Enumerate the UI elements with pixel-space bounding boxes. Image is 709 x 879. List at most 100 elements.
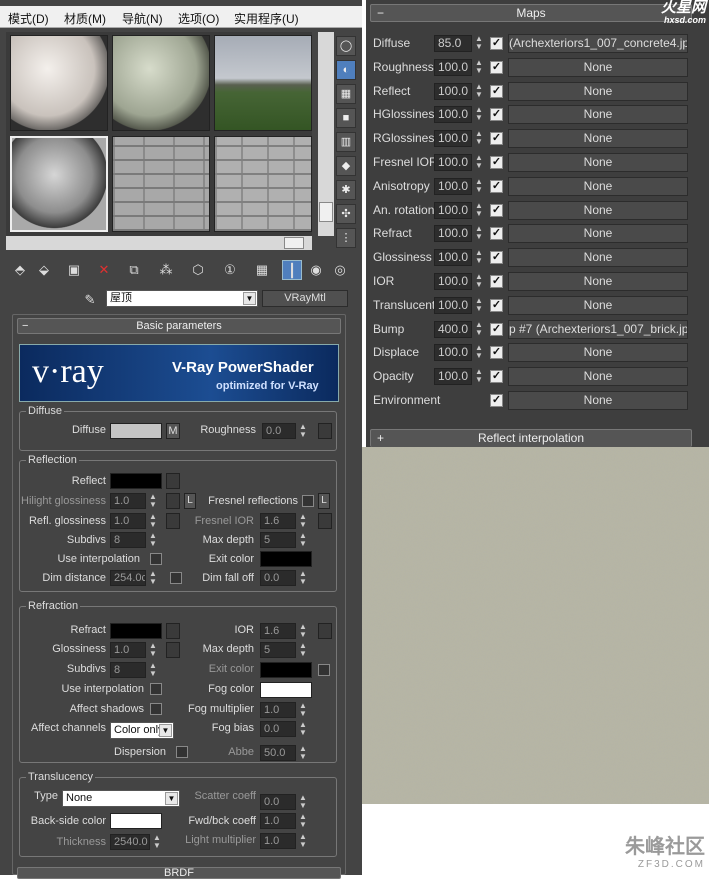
menu-options[interactable]: 选项(O)	[178, 10, 219, 27]
backlight-icon[interactable]: ◐	[336, 60, 356, 80]
fog-color-swatch[interactable]	[260, 682, 312, 698]
map-slot-button[interactable]: None	[508, 200, 688, 220]
map-amount-input[interactable]: 100.0	[434, 273, 472, 290]
fresnel-ior-input[interactable]: 1.6	[260, 513, 296, 529]
spinner-icon[interactable]: ▲ ▼	[148, 570, 158, 586]
spinner-icon[interactable]: ▲ ▼	[474, 320, 484, 338]
map-amount-input[interactable]: 100.0	[434, 225, 472, 243]
map-slot-button[interactable]: None	[508, 248, 688, 268]
sample-slot-6[interactable]	[214, 136, 312, 232]
map-slot-button[interactable]: None	[508, 272, 688, 291]
chevron-down-icon[interactable]: ▼	[165, 792, 178, 805]
spinner-icon[interactable]: ▲ ▼	[298, 833, 308, 849]
spinner-icon[interactable]: ▲ ▼	[474, 58, 484, 76]
spinner-icon[interactable]: ▲ ▼	[298, 570, 308, 586]
map-enable-checkbox[interactable]: ✓	[490, 84, 503, 98]
go-forward-sibling-icon[interactable]: ◎	[330, 260, 350, 280]
spinner-icon[interactable]: ▲ ▼	[474, 82, 484, 100]
reflect-interpolation-header[interactable]: + Reflect interpolation	[370, 429, 692, 447]
put-to-library-icon[interactable]: ⬡	[188, 260, 208, 280]
map-amount-input[interactable]: 85.0	[434, 35, 472, 52]
spinner-icon[interactable]: ▲ ▼	[298, 532, 308, 548]
fresnel-ior-map-button[interactable]	[318, 513, 332, 529]
map-amount-input[interactable]: 400.0	[434, 320, 472, 338]
map-amount-input[interactable]: 100.0	[434, 296, 472, 314]
spinner-icon[interactable]: ▲ ▼	[298, 745, 308, 761]
roughness-input[interactable]: 0.0	[262, 423, 296, 439]
reflect-use-interpolation-checkbox[interactable]	[150, 553, 162, 565]
make-unique-icon[interactable]: ⁂	[156, 260, 176, 280]
go-to-parent-icon[interactable]: ◉	[306, 260, 326, 280]
reflect-subdivs-input[interactable]: 8	[110, 532, 146, 548]
reflect-map-button[interactable]	[166, 473, 180, 489]
put-to-scene-icon[interactable]: ⬙	[34, 260, 54, 280]
basic-parameters-header[interactable]: − Basic parameters	[17, 318, 341, 334]
background-checker-icon[interactable]: ▦	[336, 84, 356, 104]
map-slot-button[interactable]: None	[508, 81, 688, 101]
refl-gloss-map-button[interactable]	[166, 513, 180, 529]
sample-slot-3[interactable]	[214, 35, 312, 131]
refract-gloss-map-button[interactable]	[166, 642, 180, 658]
map-slot-button[interactable]: None	[508, 343, 688, 363]
material-name-field[interactable]: 屋顶 ▼	[106, 290, 258, 307]
spinner-icon[interactable]: ▲ ▼	[474, 249, 484, 266]
map-amount-input[interactable]: 100.0	[434, 58, 472, 76]
map-enable-checkbox[interactable]: ✓	[490, 298, 503, 312]
map-amount-input[interactable]: 100.0	[434, 130, 472, 148]
options-icon[interactable]: ✱	[336, 180, 356, 200]
material-type-button[interactable]: VRayMtl	[262, 290, 348, 307]
spinner-icon[interactable]: ▲ ▼	[474, 296, 484, 314]
map-slot-button[interactable]: None	[508, 367, 688, 387]
dispersion-checkbox[interactable]	[176, 746, 188, 758]
menu-material[interactable]: 材质(M)	[64, 10, 106, 27]
show-in-viewport-icon[interactable]: ▦	[252, 260, 272, 280]
ior-input[interactable]: 1.6	[260, 623, 296, 639]
spinner-icon[interactable]: ▲ ▼	[474, 344, 484, 361]
map-enable-checkbox[interactable]: ✓	[490, 108, 503, 122]
lock-hilight-button[interactable]: L	[184, 493, 196, 509]
map-enable-checkbox[interactable]: ✓	[490, 394, 503, 407]
map-enable-checkbox[interactable]: ✓	[490, 370, 503, 384]
menu-utilities[interactable]: 实用程序(U)	[234, 10, 299, 27]
video-color-icon[interactable]: ▥	[336, 132, 356, 152]
hilight-glossiness-input[interactable]: 1.0	[110, 493, 146, 509]
map-enable-checkbox[interactable]: ✓	[490, 37, 503, 50]
abbe-input[interactable]: 50.0	[260, 745, 296, 761]
spinner-icon[interactable]: ▲ ▼	[152, 834, 162, 850]
spinner-icon[interactable]: ▲ ▼	[298, 423, 308, 439]
map-slot-button[interactable]: None	[508, 57, 688, 77]
spinner-icon[interactable]: ▲ ▼	[148, 532, 158, 548]
spinner-icon[interactable]: ▲ ▼	[298, 623, 308, 639]
map-enable-checkbox[interactable]: ✓	[490, 203, 503, 217]
map-amount-input[interactable]: 100.0	[434, 368, 472, 386]
map-enable-checkbox[interactable]: ✓	[490, 60, 503, 74]
reset-icon[interactable]: ✕	[94, 260, 114, 280]
back-side-color-swatch[interactable]	[110, 813, 162, 829]
scroll-thumb[interactable]	[284, 237, 304, 249]
map-enable-checkbox[interactable]: ✓	[490, 346, 503, 360]
map-amount-input[interactable]: 100.0	[434, 344, 472, 362]
spinner-icon[interactable]: ▲ ▼	[474, 225, 484, 242]
ior-map-button[interactable]	[318, 623, 332, 639]
sample-slot-5[interactable]	[112, 136, 210, 232]
sample-slot-2[interactable]	[112, 35, 210, 131]
affect-shadows-checkbox[interactable]	[150, 703, 162, 715]
chevron-down-icon[interactable]: ▼	[159, 724, 172, 737]
spinner-icon[interactable]: ▲ ▼	[148, 493, 158, 509]
spinner-icon[interactable]: ▲ ▼	[298, 794, 308, 810]
spinner-icon[interactable]: ▲ ▼	[474, 154, 484, 171]
show-end-result-icon[interactable]: ┃	[282, 260, 302, 280]
eyedropper-icon[interactable]: ✎	[80, 290, 100, 310]
map-enable-checkbox[interactable]: ✓	[490, 322, 503, 336]
thickness-input[interactable]: 2540.0	[110, 834, 150, 850]
diffuse-color-swatch[interactable]	[110, 423, 162, 439]
refract-exit-color-checkbox[interactable]	[318, 664, 330, 676]
spinner-icon[interactable]: ▲ ▼	[474, 106, 484, 123]
assign-material-icon[interactable]: ▣	[64, 260, 84, 280]
menu-mode[interactable]: 模式(D)	[8, 10, 49, 27]
map-amount-input[interactable]: 100.0	[434, 249, 472, 267]
refract-color-swatch[interactable]	[110, 623, 162, 639]
map-enable-checkbox[interactable]: ✓	[490, 251, 503, 265]
vscroll-thumb[interactable]	[319, 202, 333, 222]
refract-map-button[interactable]	[166, 623, 180, 639]
